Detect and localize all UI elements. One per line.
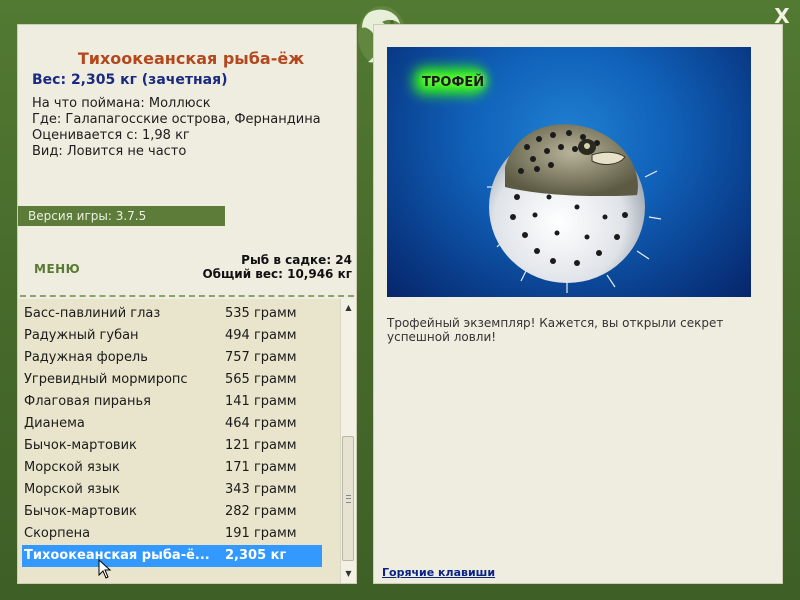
list-item[interactable]: Радужный губан 494 грамм: [22, 325, 322, 347]
scroll-up-arrow-icon[interactable]: ▲: [341, 301, 356, 315]
scroll-thumb[interactable]: [342, 436, 354, 561]
list-item[interactable]: Угревидный мормиропс 565 грамм: [22, 369, 322, 391]
menu-button[interactable]: МЕНЮ: [34, 262, 80, 276]
list-item-selected[interactable]: Тихоокеанская рыба-ё... 2,305 кг: [22, 545, 322, 567]
list-item[interactable]: Бычок-мартовик 121 грамм: [22, 435, 322, 457]
fish-weight-value: 171 грамм: [225, 460, 297, 475]
list-item[interactable]: Дианема 464 грамм: [22, 413, 322, 435]
fish-name: Бычок-мартовик: [24, 504, 137, 519]
fish-title: Тихоокеанская рыба-ёж: [77, 49, 305, 68]
fish-name: Басс-павлиний глаз: [24, 306, 161, 321]
catch-list: Басс-павлиний глаз 535 грамм Радужный гу…: [18, 299, 340, 583]
fish-weight-value: 141 грамм: [225, 394, 297, 409]
list-item[interactable]: Бычок-мартовик 282 грамм: [22, 501, 322, 523]
rated-from-info: Оценивается с: 1,98 кг: [32, 128, 190, 143]
location-info: Где: Галапагосские острова, Фернандина: [32, 112, 321, 127]
fish-weight: Вес: 2,305 кг (зачетная): [32, 72, 228, 88]
fish-photo: ТРОФЕЙ: [387, 47, 751, 297]
catch-stats: Рыб в садке: 24 Общий вес: 10,946 кг: [202, 253, 352, 281]
total-weight: Общий вес: 10,946 кг: [202, 267, 352, 281]
fish-name: Флаговая пиранья: [24, 394, 151, 409]
fish-name: Скорпена: [24, 526, 91, 541]
species-info: Вид: Ловится не часто: [32, 144, 187, 159]
fish-info-panel: Тихоокеанская рыба-ёж Вес: 2,305 кг (зач…: [17, 24, 357, 584]
fish-weight-value: 757 грамм: [225, 350, 297, 365]
fish-name: Дианема: [24, 416, 85, 431]
hotkeys-link[interactable]: Горячие клавиши: [382, 566, 495, 579]
fish-name: Радужная форель: [24, 350, 148, 365]
fish-weight-value: 191 грамм: [225, 526, 297, 541]
list-item[interactable]: Басс-павлиний глаз 535 грамм: [22, 303, 322, 325]
fish-weight-value: 494 грамм: [225, 328, 297, 343]
grip-icon: [346, 495, 351, 503]
list-item[interactable]: Флаговая пиранья 141 грамм: [22, 391, 322, 413]
list-item[interactable]: Морской язык 343 грамм: [22, 479, 322, 501]
fish-weight-value: 565 грамм: [225, 372, 297, 387]
fish-name: Угревидный мормиропс: [24, 372, 188, 387]
fish-name: Бычок-мартовик: [24, 438, 137, 453]
list-scrollbar[interactable]: ▲ ▼: [340, 299, 356, 583]
fish-name: Тихоокеанская рыба-ё...: [24, 548, 210, 563]
fish-name: Радужный губан: [24, 328, 139, 343]
mouse-cursor-icon: [98, 559, 112, 579]
fish-name: Морской язык: [24, 482, 120, 497]
fish-image-panel: ТРОФЕЙ Трофейный экземпляр! Кажется, вы …: [373, 24, 783, 584]
fish-count: Рыб в садке: 24: [241, 253, 352, 267]
fish-weight-value: 343 грамм: [225, 482, 297, 497]
fish-weight-value: 464 грамм: [225, 416, 297, 431]
fish-weight-value: 282 грамм: [225, 504, 297, 519]
list-item[interactable]: Морской язык 171 грамм: [22, 457, 322, 479]
catch-description: Трофейный экземпляр! Кажется, вы открыли…: [387, 316, 724, 344]
scroll-down-arrow-icon[interactable]: ▼: [341, 567, 356, 581]
list-item[interactable]: Скорпена 191 грамм: [22, 523, 322, 545]
fish-weight-value: 2,305 кг: [225, 548, 287, 563]
bait-info: На что поймана: Моллюск: [32, 96, 211, 111]
trophy-badge: ТРОФЕЙ: [422, 75, 485, 90]
fish-weight-value: 535 грамм: [225, 306, 297, 321]
fish-weight-value: 121 грамм: [225, 438, 297, 453]
game-version: Версия игры: 3.7.5: [18, 206, 225, 226]
fish-name: Морской язык: [24, 460, 120, 475]
divider: [20, 295, 354, 297]
list-item[interactable]: Радужная форель 757 грамм: [22, 347, 322, 369]
